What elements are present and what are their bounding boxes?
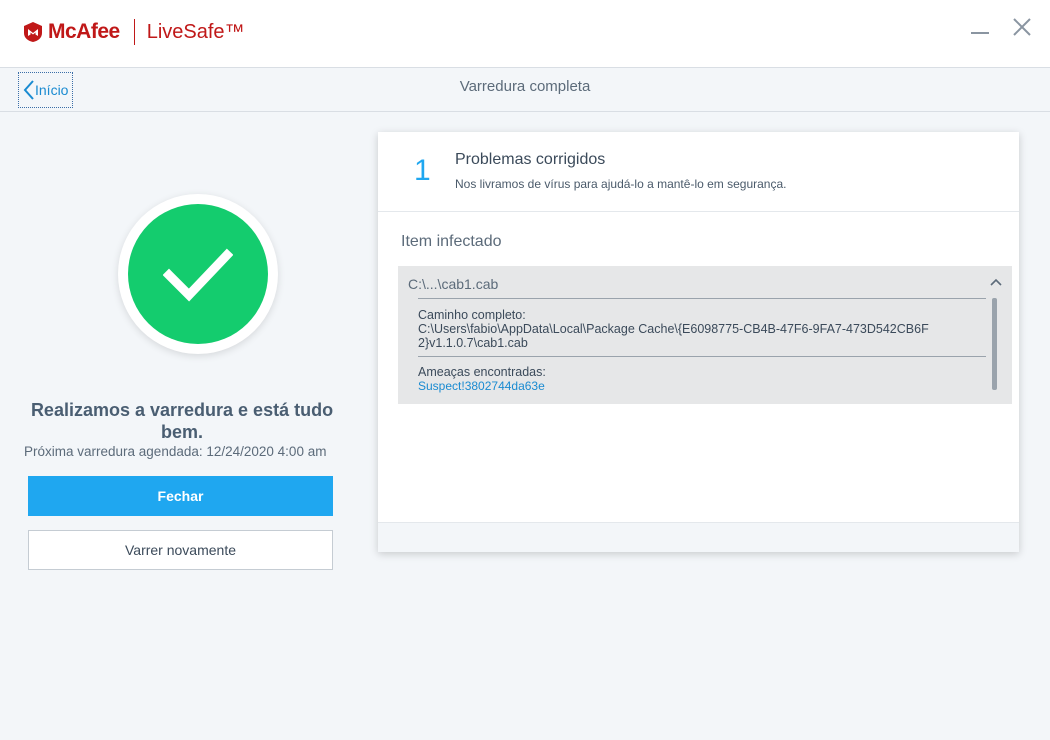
collapse-item-button[interactable] [990,274,1002,290]
details-card: 1 Problemas corrigidos Nos livramos de v… [378,132,1019,552]
close-icon [1013,18,1031,36]
rescan-button[interactable]: Varrer novamente [28,530,333,570]
fixed-count: 1 [414,154,431,187]
nav-bar: Início Varredura completa [0,68,1050,112]
full-path-value: C:\Users\fabio\AppData\Local\Package Cac… [418,322,929,350]
page-title: Varredura completa [459,78,591,95]
divider [418,298,986,299]
logo-divider [133,19,135,45]
scan-result-panel: Realizamos a varredura e está tudo bem. … [0,112,362,740]
brand-name: McAfee [48,20,120,43]
checkmark-icon [163,248,233,302]
title-bar: McAfee LiveSafe™ [0,0,1050,68]
full-path-label: Caminho completo: [418,308,526,322]
mcafee-shield-icon [24,22,42,42]
summary-header: 1 Problemas corrigidos Nos livramos de v… [378,132,1019,212]
fixed-title: Problemas corrigidos [455,151,606,168]
success-badge [118,194,278,354]
close-window-button[interactable] [1008,14,1036,42]
minimize-icon [971,32,989,34]
chevron-up-icon [990,278,1002,286]
scrollbar[interactable] [992,298,997,390]
threat-name-link[interactable]: Suspect!3802744da63e [418,379,545,393]
minimize-button[interactable] [966,14,994,42]
infected-item-name: C:\...\cab1.cab [408,276,499,292]
infected-section-label: Item infectado [401,233,502,250]
infected-item: C:\...\cab1.cab Caminho completo: C:\Use… [398,266,1012,404]
next-scan-info: Próxima varredura agendada: 12/24/2020 4… [24,444,327,459]
card-footer [378,522,1019,552]
product-name: LiveSafe™ [146,20,245,43]
threats-label: Ameaças encontradas: [418,365,546,379]
app-logo: McAfee LiveSafe™ [22,18,245,46]
fixed-description: Nos livramos de vírus para ajudá-lo a ma… [455,177,787,191]
divider [418,356,986,357]
result-message: Realizamos a varredura e está tudo bem. [30,400,334,442]
close-button[interactable]: Fechar [28,476,333,516]
